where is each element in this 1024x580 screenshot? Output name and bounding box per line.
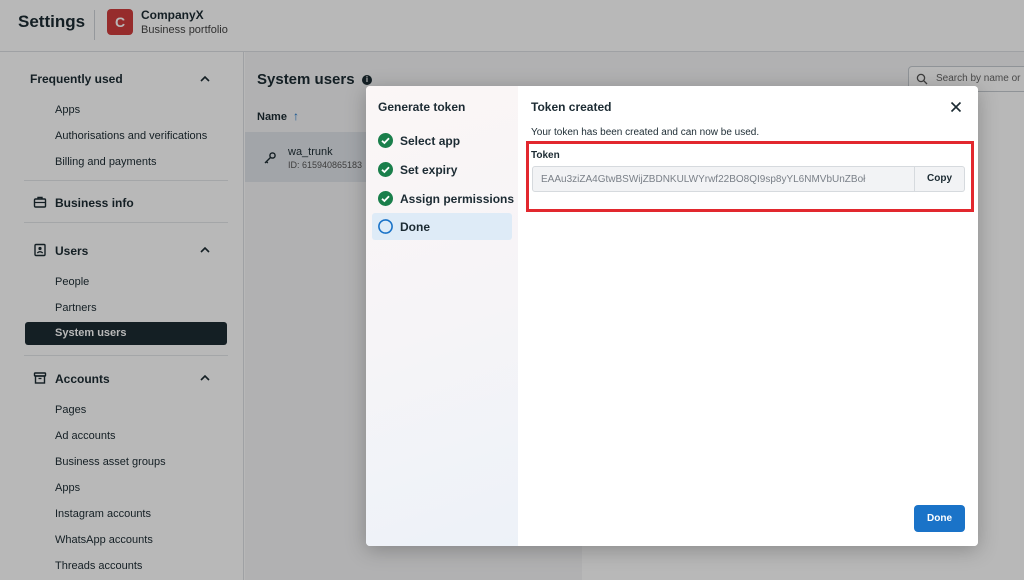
token-value: EAAu3ziZA4GtwBSWijZBDNKULWYrwf22BO8QI9sp… — [541, 174, 866, 185]
step-set-expiry[interactable]: Set expiry — [372, 156, 512, 183]
step-done[interactable]: Done — [372, 213, 512, 240]
check-circle-icon — [378, 191, 393, 206]
generate-token-dialog: Generate token Select app Set expiry Ass… — [366, 86, 978, 546]
done-button[interactable]: Done — [914, 505, 965, 532]
close-icon[interactable] — [948, 99, 964, 115]
step-label: Set expiry — [400, 163, 458, 177]
check-circle-icon — [378, 162, 393, 177]
dialog-title: Token created — [531, 100, 612, 114]
step-assign-permissions[interactable]: Assign permissions — [372, 185, 515, 212]
step-select-app[interactable]: Select app — [372, 127, 512, 154]
steps-title: Generate token — [378, 100, 466, 114]
step-label: Select app — [400, 134, 461, 148]
copy-button[interactable]: Copy — [915, 166, 965, 192]
token-field[interactable]: EAAu3ziZA4GtwBSWijZBDNKULWYrwf22BO8QI9sp… — [532, 166, 915, 192]
step-list: Generate token Select app Set expiry Ass… — [366, 86, 518, 546]
check-circle-icon — [378, 133, 393, 148]
step-label: Assign permissions — [400, 192, 515, 206]
empty-circle-icon — [378, 219, 393, 234]
dialog-content: Token created Your token has been create… — [518, 86, 978, 546]
token-label: Token — [531, 150, 560, 161]
step-label: Done — [400, 220, 430, 234]
dialog-description: Your token has been created and can now … — [531, 127, 760, 138]
